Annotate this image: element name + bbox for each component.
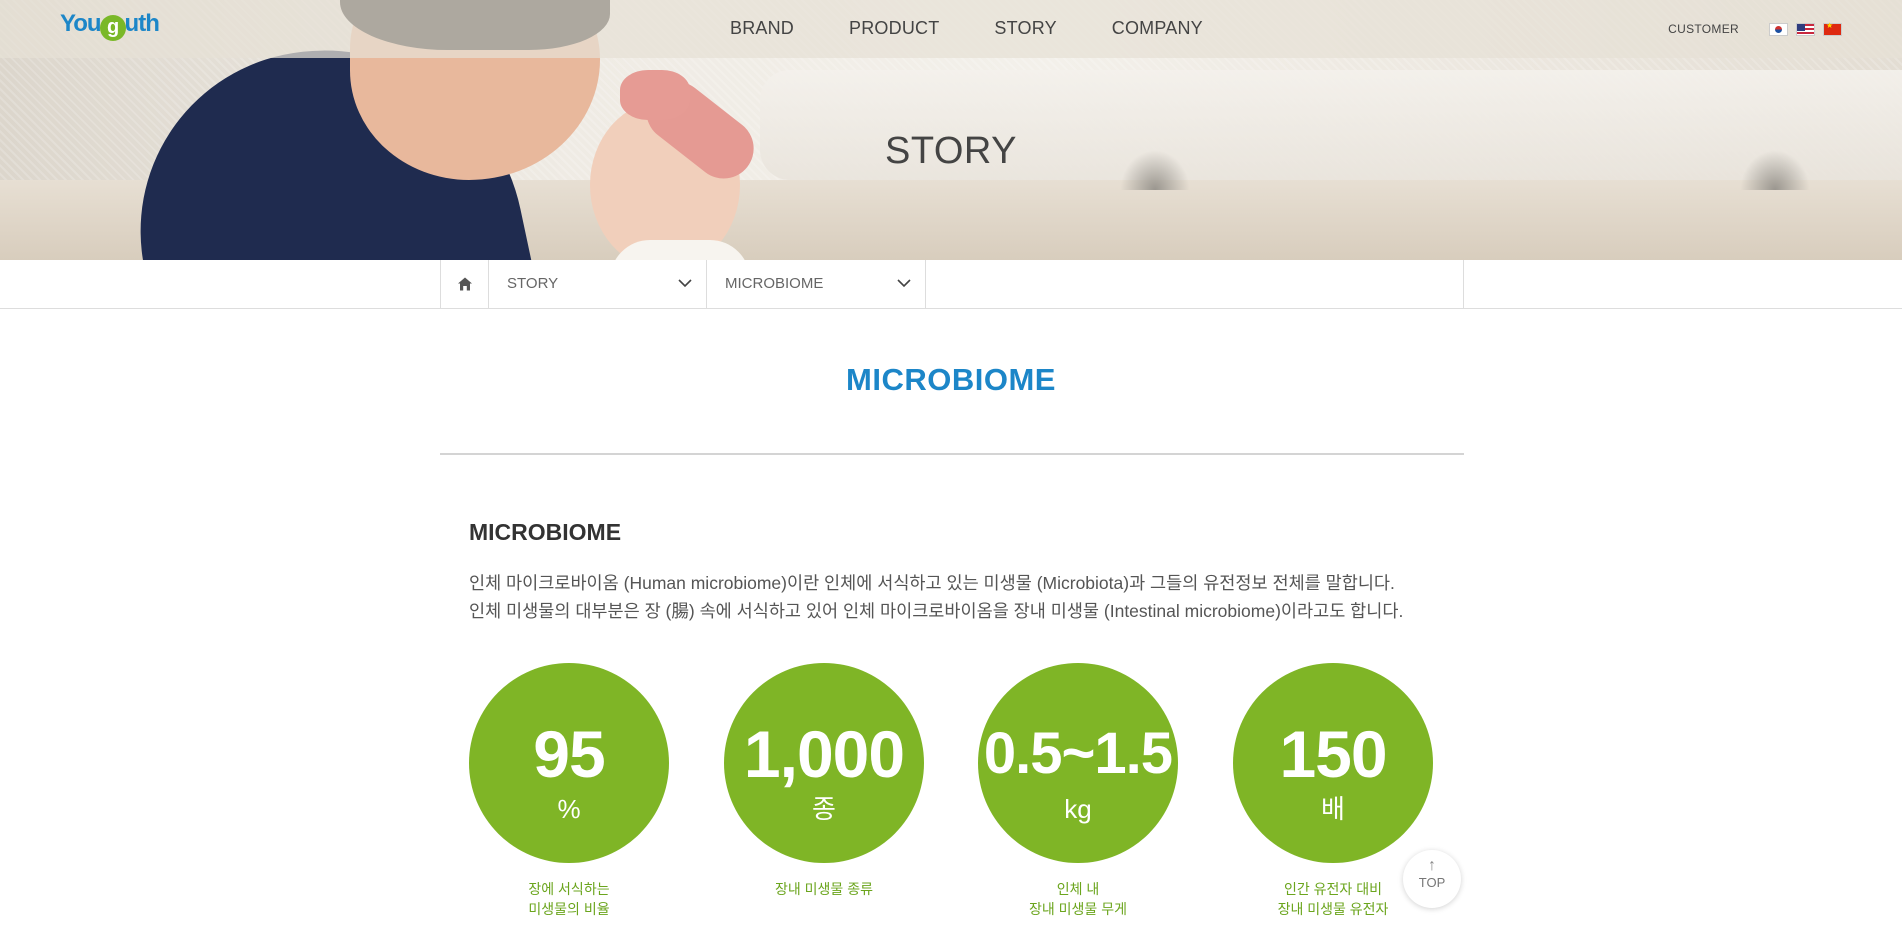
arrow-up-icon: ↑ (1428, 857, 1436, 874)
cn-flag-icon[interactable] (1823, 21, 1842, 36)
stat-value: 150 (1279, 717, 1387, 791)
breadcrumb-story-label: STORY (507, 275, 559, 292)
stat-caption: 장에 서식하는 미생물의 비율 (528, 881, 610, 917)
nav-item-story[interactable]: STORY (994, 18, 1056, 39)
chevron-down-icon (897, 279, 911, 288)
stat-item: 1,000 종 장내 미생물 종류 (724, 663, 924, 899)
stat-item: 95 % 장에 서식하는 미생물의 비율 (469, 663, 669, 919)
section-description: 인체 마이크로바이옴 (Human microbiome)이란 인체에 서식하고… (469, 569, 1469, 625)
kr-flag-icon[interactable] (1769, 22, 1788, 36)
stat-circle: 1,000 종 (724, 663, 924, 863)
stat-caption: 장내 미생물 종류 (775, 881, 873, 897)
customer-link[interactable]: CUSTOMER (1668, 22, 1739, 36)
description-line: 인체 미생물의 대부분은 장 (腸) 속에 서식하고 있어 인체 마이크로바이옴… (469, 601, 1404, 621)
header-bar: You g uth BRAND PRODUCT STORY COMPANY CUST… (0, 0, 1902, 58)
stat-unit: kg (1064, 794, 1092, 824)
stat-unit: 종 (812, 794, 836, 824)
hero-title: STORY (884, 130, 1018, 172)
nav-item-company[interactable]: COMPANY (1112, 18, 1203, 39)
stat-unit: % (557, 794, 581, 824)
brand-logo[interactable]: You g uth (60, 10, 160, 41)
title-divider (440, 453, 1464, 455)
breadcrumb-microbiome-label: MICROBIOME (725, 275, 824, 292)
stat-item: 0.5~1.5 kg 인체 내 장내 미생물 무게 (978, 663, 1178, 919)
stat-circle: 0.5~1.5 kg (978, 663, 1178, 863)
stat-unit: 배 (1321, 794, 1345, 824)
nav-item-product[interactable]: PRODUCT (849, 18, 939, 39)
scroll-top-button[interactable]: ↑ TOP (1403, 850, 1461, 908)
description-line: 인체 마이크로바이옴 (Human microbiome)이란 인체에 서식하고… (469, 573, 1395, 593)
top-label: TOP (1418, 875, 1446, 890)
us-flag-icon[interactable] (1796, 22, 1815, 36)
home-button[interactable] (441, 260, 489, 308)
breadcrumb-bar: STORY MICROBIOME (0, 260, 1902, 309)
home-icon (457, 277, 472, 291)
breadcrumb-select-microbiome[interactable]: MICROBIOME (707, 260, 926, 308)
stat-circle: 95 % (469, 663, 669, 863)
stat-caption: 인체 내 장내 미생물 무게 (1029, 881, 1127, 917)
stat-value: 95 (533, 717, 605, 791)
chevron-down-icon (678, 279, 692, 288)
stat-value: 1,000 (743, 717, 905, 791)
breadcrumb: STORY MICROBIOME (440, 260, 1464, 309)
section-title: MICROBIOME (469, 519, 622, 545)
breadcrumb-select-story[interactable]: STORY (489, 260, 707, 308)
nav-item-brand[interactable]: BRAND (730, 18, 794, 39)
main-nav: BRAND PRODUCT STORY COMPANY (730, 18, 1258, 39)
utility-menu: CUSTOMER (1668, 21, 1842, 36)
stat-value: 0.5~1.5 (983, 721, 1173, 786)
page-title: MICROBIOME (846, 362, 1056, 397)
stat-circle: 150 배 (1233, 663, 1433, 863)
